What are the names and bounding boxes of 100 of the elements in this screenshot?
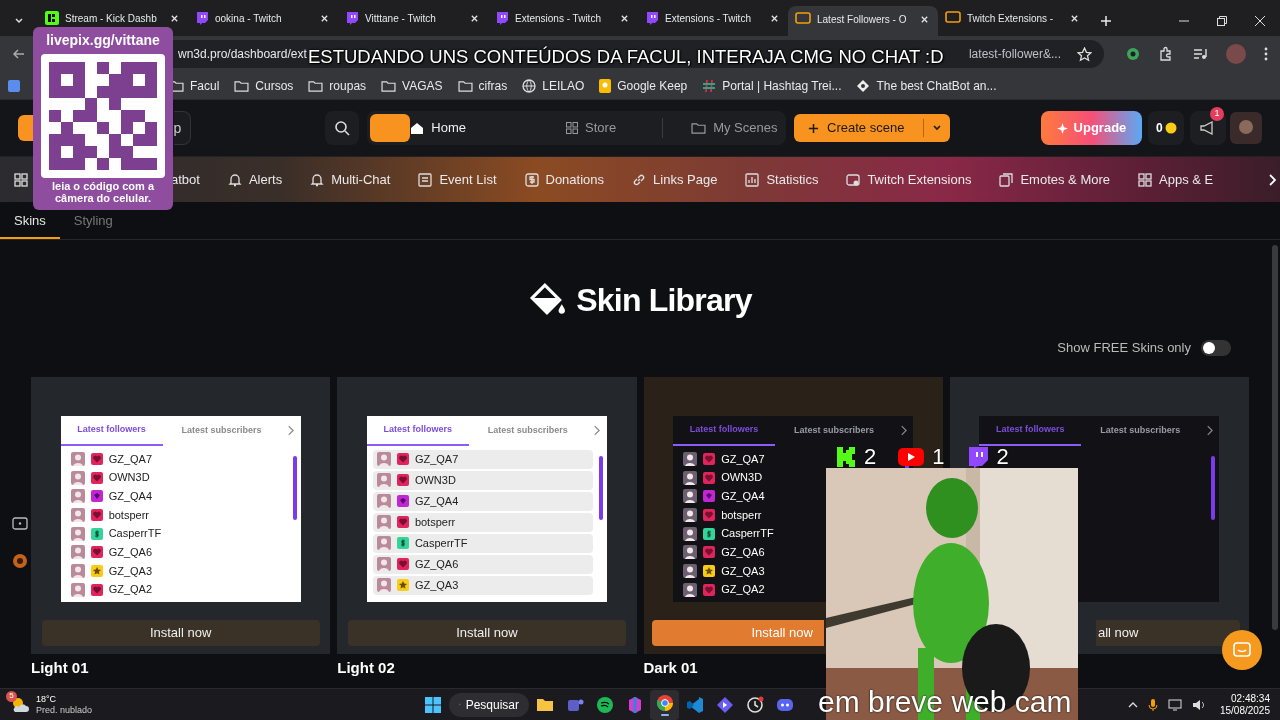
bookmark[interactable]: Portal | Hashtag Trei...	[702, 76, 842, 95]
nav-item[interactable]: Event List	[418, 169, 497, 190]
bookmark[interactable]: Google Keep	[599, 76, 688, 95]
chat-button[interactable]	[1222, 630, 1262, 670]
plus-icon[interactable]	[1100, 15, 1112, 27]
weather-badge: 5	[6, 690, 17, 702]
caret-icon[interactable]	[931, 123, 942, 133]
speech-bubble-icon	[495, 11, 509, 25]
speech-bubble-icon	[645, 11, 659, 25]
my-scenes-tab[interactable]: My Scenes	[691, 118, 778, 138]
home-tab[interactable]: Home	[408, 114, 469, 142]
diamond-icon[interactable]	[715, 695, 734, 714]
back-icon[interactable]	[12, 47, 26, 61]
bookmark[interactable]: LEILAO	[522, 76, 585, 95]
speech-bubble-icon	[345, 11, 359, 25]
bookmark[interactable]: roupas	[308, 76, 367, 95]
create-scene-button[interactable]: Create scene	[794, 114, 950, 142]
setup-button[interactable]: p	[173, 111, 192, 145]
folder-icon	[234, 79, 250, 92]
heart-badge-icon	[396, 558, 409, 570]
browser-tab[interactable]: Stream - Kick Dashb	[38, 8, 188, 27]
site-icon	[795, 12, 811, 24]
coin-icon	[1164, 122, 1177, 134]
browser-tab[interactable]: Latest Followers - O	[788, 6, 938, 36]
sub-tab[interactable]: Styling	[59, 211, 127, 239]
heart-badge-icon	[90, 471, 103, 484]
install-button[interactable]: Install now	[347, 619, 626, 646]
close-icon[interactable]	[769, 13, 779, 23]
chevron-right-icon	[1205, 425, 1213, 436]
volume-icon[interactable]	[1191, 698, 1206, 711]
folder-icon	[691, 122, 707, 134]
microphone-icon[interactable]	[1147, 697, 1158, 712]
close-icon[interactable]	[919, 14, 929, 24]
heart-badge-icon	[396, 453, 409, 465]
follower-row: GZ_QA2	[70, 580, 293, 599]
bell-icon	[227, 172, 242, 187]
hashtag-icon	[702, 78, 717, 93]
link-icon	[632, 172, 647, 187]
star-icon[interactable]	[1077, 46, 1092, 62]
dropdown-icon[interactable]	[14, 16, 24, 26]
browser-tab[interactable]: ookina - Twitch	[188, 8, 338, 27]
code-editor-icon[interactable]	[685, 695, 704, 714]
help-chat-icon[interactable]	[12, 517, 28, 533]
coin-balance[interactable]: 0	[1148, 111, 1185, 145]
network-icon[interactable]	[1167, 698, 1182, 711]
music-icon[interactable]	[595, 695, 614, 714]
forecast: Pred. nublado	[36, 704, 93, 716]
close-icon[interactable]	[619, 13, 629, 23]
bookmark[interactable]: VAGAS	[381, 76, 443, 95]
clock-icon[interactable]	[745, 695, 764, 714]
nav-item[interactable]: Donations	[524, 169, 605, 190]
nav-item[interactable]: Apps & E	[1138, 169, 1214, 190]
close-icon[interactable]	[319, 13, 329, 23]
nav-item[interactable]: Links Page	[632, 169, 718, 190]
install-button[interactable]: all now	[1096, 619, 1240, 646]
browser-tab[interactable]: Twitch Extensions -	[938, 8, 1088, 27]
chevron-right-icon[interactable]	[1267, 172, 1277, 187]
avatar	[683, 545, 698, 560]
browser-tab[interactable]: Extensions - Twitch	[488, 8, 638, 27]
heart-badge-icon	[703, 508, 716, 521]
taskbar-search[interactable]: Pesquisar	[449, 692, 530, 717]
speech-bubble-icon	[195, 11, 209, 25]
store-tab[interactable]: Store	[566, 118, 617, 138]
user-avatar[interactable]	[1230, 112, 1262, 144]
close-icon[interactable]	[469, 13, 479, 23]
puzzle-icon[interactable]	[1158, 46, 1174, 62]
browser-tab[interactable]: Vitttane - Twitch	[338, 8, 488, 27]
diamond-icon	[856, 78, 871, 93]
toggle-switch[interactable]	[1201, 339, 1231, 356]
more-icon[interactable]	[1264, 47, 1268, 61]
heart-badge-icon	[703, 583, 716, 596]
preview-tab-title: Latest followers	[366, 415, 469, 446]
app-logo[interactable]	[18, 115, 33, 141]
bell-icon	[310, 172, 325, 187]
heart-badge-icon	[90, 508, 103, 521]
chevron-up-icon[interactable]	[1127, 700, 1138, 709]
app-icon[interactable]	[12, 553, 28, 569]
bookmark[interactable]: Cursos	[234, 76, 294, 95]
windows-icon[interactable]	[425, 696, 442, 713]
status-icon[interactable]	[1126, 47, 1140, 61]
media-icon[interactable]	[1192, 46, 1208, 62]
nav-item[interactable]: Statistics	[745, 169, 819, 190]
close-icon[interactable]	[169, 13, 179, 23]
extension-icon	[846, 172, 861, 187]
close-icon[interactable]	[1254, 15, 1266, 27]
apps-icon[interactable]	[8, 79, 20, 92]
bookmark[interactable]: cifras	[457, 76, 508, 95]
follower-row: GZ_QA3	[70, 561, 293, 581]
nav-item[interactable]: Alerts	[227, 169, 283, 190]
temperature: 18°C	[36, 693, 58, 705]
restore-icon[interactable]	[1216, 15, 1228, 27]
install-button[interactable]: Install now	[41, 619, 320, 646]
search-button[interactable]	[325, 111, 360, 145]
nav-item[interactable]: Twitch Extensions	[846, 169, 972, 190]
bookmark[interactable]: The best ChatBot an...	[856, 76, 997, 95]
nav-item[interactable]: Multi-Chat	[310, 169, 391, 190]
nav-item[interactable]: Emotes & More	[999, 169, 1111, 190]
browser-tab[interactable]: Extensions - Twitch	[638, 8, 788, 27]
close-icon[interactable]	[1069, 13, 1079, 23]
browser-icon[interactable]	[655, 693, 674, 712]
